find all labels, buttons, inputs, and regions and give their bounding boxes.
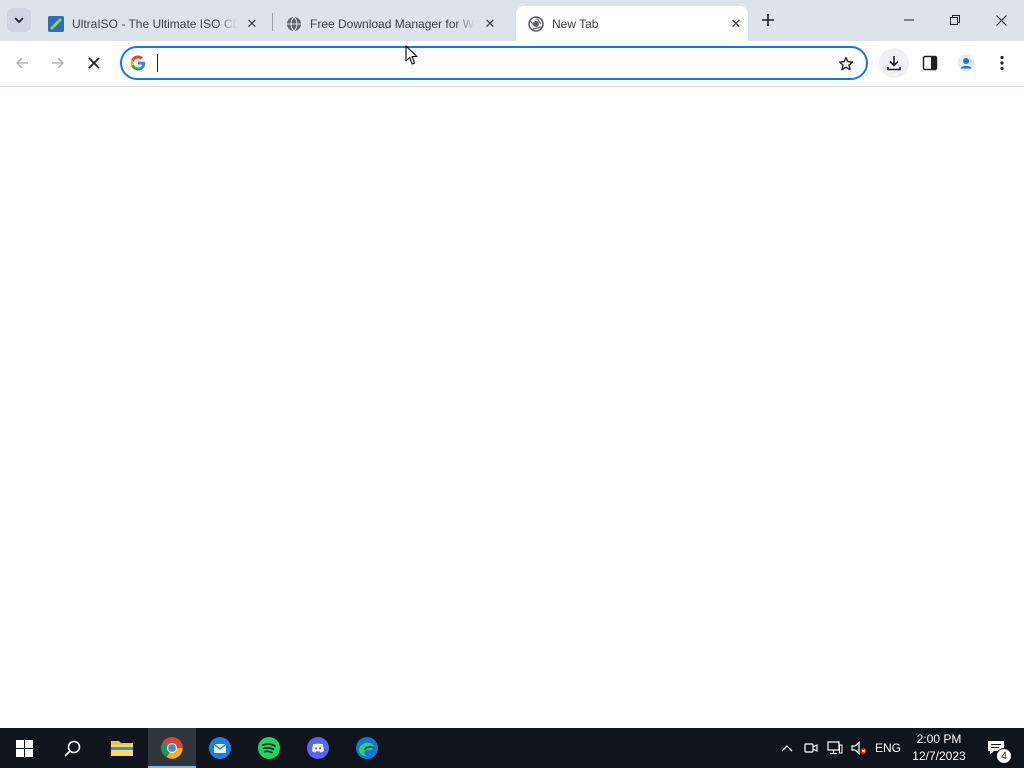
- arrow-left-icon: [15, 57, 28, 69]
- clock-date: 12/7/2023: [912, 749, 966, 763]
- taskbar-chrome[interactable]: [148, 728, 196, 768]
- close-icon: [88, 57, 100, 69]
- discord-icon: [307, 737, 329, 759]
- folder-icon: [111, 741, 133, 756]
- chevron-up-icon: [781, 745, 793, 752]
- browser-toolbar: [0, 41, 1024, 86]
- ultraiso-icon: [48, 15, 64, 32]
- google-icon: [130, 55, 146, 71]
- close-icon[interactable]: ✕: [244, 16, 260, 32]
- tab-new-tab[interactable]: New Tab ✕: [516, 6, 748, 41]
- close-icon[interactable]: ✕: [728, 16, 744, 32]
- plus-icon: [762, 14, 774, 26]
- minimize-icon: [904, 19, 914, 21]
- camera-icon: [804, 743, 818, 753]
- downloads-button[interactable]: [879, 48, 909, 78]
- network-icon: [827, 741, 843, 755]
- windows-logo-icon: [15, 739, 33, 757]
- notification-badge: 4: [996, 748, 1012, 764]
- chrome-menu-button[interactable]: [987, 48, 1017, 78]
- restore-icon: [950, 15, 960, 25]
- text-caret: [157, 54, 158, 72]
- language-indicator[interactable]: ENG: [872, 728, 904, 768]
- taskbar-edge[interactable]: [343, 728, 391, 768]
- spotify-icon: [258, 737, 280, 759]
- download-icon: [887, 56, 901, 71]
- tray-meet-now-button[interactable]: [800, 728, 822, 768]
- close-icon[interactable]: ✕: [482, 16, 498, 32]
- close-window-button[interactable]: [978, 0, 1024, 40]
- tab-title: UltraISO - The Ultimate ISO CD: [72, 16, 237, 31]
- back-button[interactable]: [7, 48, 37, 78]
- avatar-icon: [957, 54, 975, 72]
- tray-network-button[interactable]: [823, 728, 847, 768]
- taskbar-file-explorer[interactable]: [98, 728, 146, 768]
- chevron-down-icon: [14, 17, 24, 24]
- tab-search-button[interactable]: [7, 8, 31, 32]
- taskbar-discord[interactable]: [294, 728, 342, 768]
- tab-strip: UltraISO - The Ultimate ISO CD ✕ Free Do…: [0, 0, 1024, 41]
- page-content[interactable]: [0, 87, 1024, 728]
- search-icon: [63, 740, 80, 757]
- mouse-cursor-icon: [405, 45, 418, 65]
- address-bar[interactable]: [120, 46, 868, 80]
- minimize-button[interactable]: [886, 0, 932, 40]
- close-icon: [995, 14, 1007, 26]
- action-center-button[interactable]: 4: [978, 728, 1014, 768]
- edge-icon: [356, 737, 378, 759]
- start-button[interactable]: [0, 728, 48, 768]
- taskbar-spotify[interactable]: [245, 728, 293, 768]
- forward-button[interactable]: [43, 48, 73, 78]
- taskbar-search-button[interactable]: [48, 728, 96, 768]
- new-tab-button[interactable]: [756, 8, 780, 32]
- address-input[interactable]: [156, 53, 816, 73]
- taskbar-thunderbird[interactable]: [196, 728, 244, 768]
- clock-time: 2:00 PM: [916, 732, 962, 746]
- windows-taskbar: ENG 2:00 PM 12/7/2023 4: [0, 728, 1024, 768]
- tab-title: New Tab: [552, 16, 599, 31]
- profile-button[interactable]: [951, 48, 981, 78]
- tab-ultraiso[interactable]: UltraISO - The Ultimate ISO CD ✕: [36, 6, 272, 41]
- chrome-icon: [161, 737, 183, 759]
- tab-title: Free Download Manager for Windows: [310, 16, 475, 31]
- side-panel-button[interactable]: [915, 48, 945, 78]
- chrome-newtab-icon: [528, 15, 544, 32]
- side-panel-icon: [922, 55, 938, 71]
- tab-free-download-manager[interactable]: Free Download Manager for Windows ✕: [274, 6, 510, 41]
- kebab-menu-icon: [1000, 55, 1004, 71]
- tab-separator: [272, 13, 273, 31]
- stop-loading-button[interactable]: [79, 48, 109, 78]
- restore-button[interactable]: [932, 0, 978, 40]
- system-clock[interactable]: 2:00 PM 12/7/2023: [908, 731, 970, 765]
- show-hidden-icons-button[interactable]: [776, 728, 798, 768]
- bookmark-star-icon[interactable]: [836, 54, 856, 74]
- arrow-right-icon: [52, 57, 65, 69]
- thunderbird-icon: [209, 737, 231, 759]
- globe-icon: [286, 16, 302, 32]
- tray-volume-button[interactable]: [848, 728, 870, 768]
- volume-muted-icon: [851, 741, 867, 755]
